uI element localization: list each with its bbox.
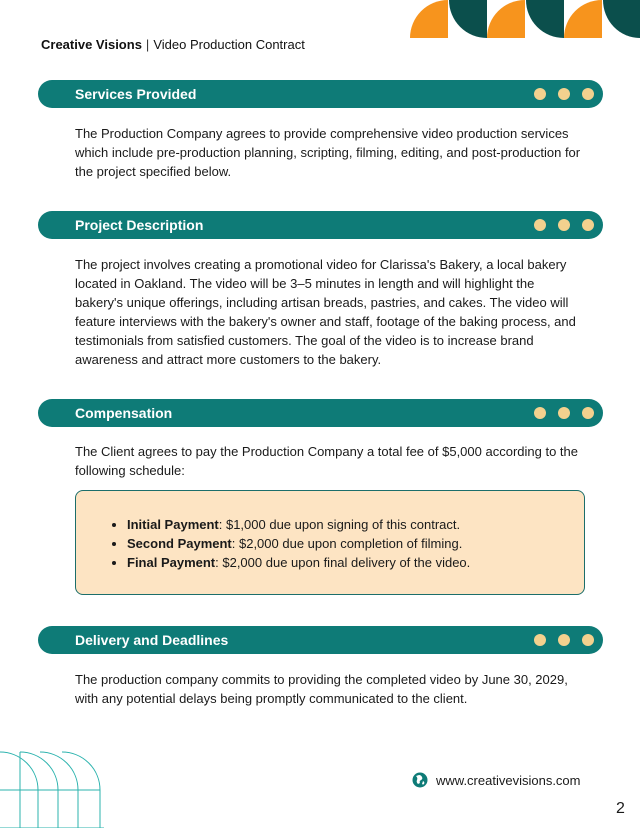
section-header-services: Services Provided [38,80,603,108]
payment-label: Initial Payment [127,517,219,532]
section-header-delivery: Delivery and Deadlines [38,626,603,654]
website-url[interactable]: www.creativevisions.com [436,773,581,788]
orange-quarter-shape [410,0,448,38]
payment-item: Initial Payment: $1,000 due upon signing… [127,515,470,534]
payment-item: Final Payment: $2,000 due upon final del… [127,553,470,572]
website-link[interactable]: www.creativevisions.com [412,772,581,788]
section-header-compensation: Compensation [38,399,603,427]
decorative-dots [534,634,594,646]
compensation-paragraph: The Client agrees to pay the Production … [75,444,578,478]
decorative-top-shapes [410,0,640,38]
delivery-paragraph: The production company commits to provid… [75,672,568,706]
dot-icon [558,88,570,100]
payment-text: : $2,000 due upon final delivery of the … [215,555,471,570]
globe-icon [412,772,428,788]
dot-icon [534,88,546,100]
decorative-bottom-arches [0,751,104,828]
section-title: Project Description [75,217,204,233]
document-title: Video Production Contract [153,37,305,52]
teal-leaf-shape [603,0,640,38]
teal-leaf-shape [449,0,487,38]
dot-icon [582,88,594,100]
dot-icon [558,634,570,646]
services-paragraph: The Production Company agrees to provide… [75,126,581,179]
dot-icon [558,407,570,419]
orange-quarter-shape [564,0,602,38]
page-number: 2 [616,800,625,817]
payment-text: : $1,000 due upon signing of this contra… [218,517,461,532]
payment-label: Second Payment [127,536,232,551]
dot-icon [582,219,594,231]
payment-schedule-box: Initial Payment: $1,000 due upon signing… [75,490,585,595]
brand-name: Creative Visions [41,37,142,52]
project-description-paragraph: The project involves creating a promotio… [75,257,576,367]
payment-item: Second Payment: $2,000 due upon completi… [127,534,470,553]
document-header: Creative Visions | Video Production Contra… [41,37,305,52]
orange-quarter-shape [487,0,525,38]
dot-icon [534,219,546,231]
dot-icon [558,219,570,231]
header-separator: | [145,37,150,52]
dot-icon [582,634,594,646]
decorative-dots [534,88,594,100]
section-title: Services Provided [75,86,197,102]
dot-icon [534,407,546,419]
decorative-dots [534,219,594,231]
teal-leaf-shape [526,0,564,38]
dot-icon [582,407,594,419]
section-title: Compensation [75,405,173,421]
payment-text: : $2,000 due upon completion of filming. [231,536,463,551]
section-title: Delivery and Deadlines [75,632,229,648]
section-header-project-description: Project Description [38,211,603,239]
dot-icon [534,634,546,646]
payment-label: Final Payment [127,555,216,570]
payment-schedule-list: Initial Payment: $1,000 due upon signing… [127,515,470,572]
decorative-dots [534,407,594,419]
